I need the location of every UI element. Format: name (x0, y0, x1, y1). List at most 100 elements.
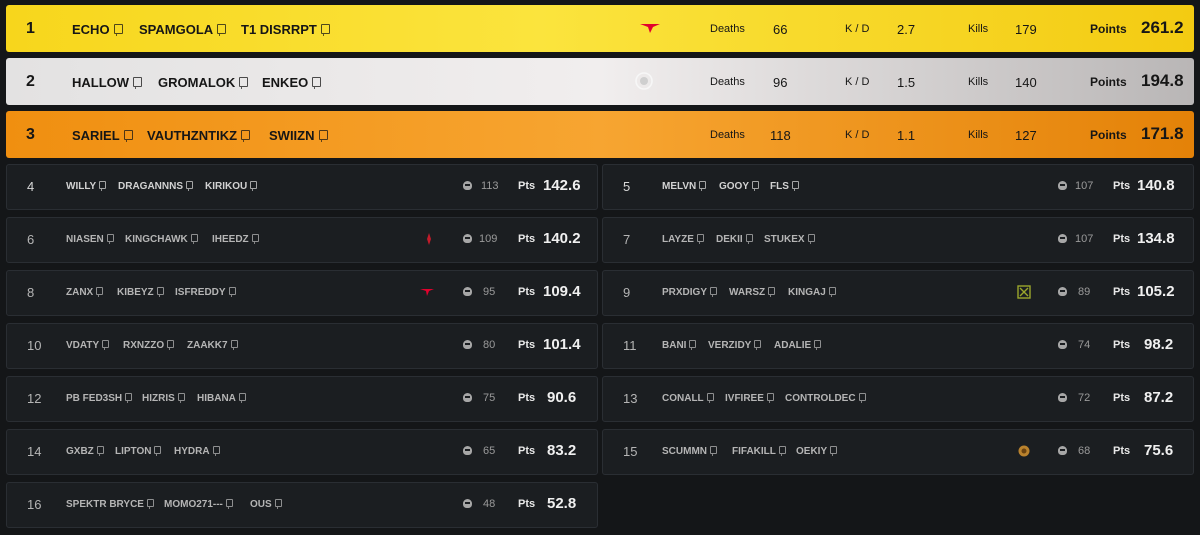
twitch-icon[interactable] (106, 234, 114, 244)
twitch-icon[interactable] (167, 340, 175, 350)
player-name[interactable]: PB FED3SH (66, 393, 133, 404)
player-name[interactable]: SPEKTR BRYCE (66, 499, 154, 510)
twitch-icon[interactable] (102, 340, 110, 350)
player-name[interactable]: HYDRA (174, 446, 220, 457)
leaderboard-row-8[interactable]: 8 ZANX KIBEYZ ISFREDDY 95 Pts 109.4 (6, 270, 598, 316)
player-name[interactable]: VERZIDY (708, 340, 762, 351)
twitch-icon[interactable] (113, 24, 123, 36)
twitch-icon[interactable] (318, 130, 328, 142)
twitch-icon[interactable] (696, 234, 704, 244)
twitch-icon[interactable] (251, 234, 259, 244)
twitch-icon[interactable] (320, 24, 330, 36)
twitch-icon[interactable] (156, 287, 164, 297)
twitch-icon[interactable] (858, 393, 866, 403)
twitch-icon[interactable] (706, 393, 714, 403)
player-name[interactable]: KINGCHAWK (125, 234, 198, 245)
twitch-icon[interactable] (807, 234, 815, 244)
leaderboard-row-13[interactable]: 13 CONALL IVFIREE CONTROLDEC 72 Pts 87.2 (602, 376, 1194, 422)
player-name[interactable]: NIASEN (66, 234, 114, 245)
twitch-icon[interactable] (228, 287, 236, 297)
twitch-icon[interactable] (96, 287, 104, 297)
player-name[interactable]: KIBEYZ (117, 287, 164, 298)
leaderboard-row-9[interactable]: 9 PRXDIGY WARSZ KINGAJ 89 Pts 105.2 (602, 270, 1194, 316)
twitch-icon[interactable] (186, 181, 193, 191)
player-name[interactable]: ZANX (66, 287, 104, 298)
twitch-icon[interactable] (814, 340, 822, 350)
twitch-icon[interactable] (778, 446, 786, 456)
leaderboard-row-4[interactable]: 4 WILLY DRAGANNNS KIRIKOU 113 Pts 142.6 (6, 164, 598, 210)
player-name[interactable]: IHEEDZ (212, 234, 259, 245)
player-name[interactable]: MOMO271--- (164, 499, 233, 510)
leaderboard-row-15[interactable]: 15 SCUMMN FIFAKILL OEKIY 68 Pts 75.6 (602, 429, 1194, 475)
player-name[interactable]: DEKII (716, 234, 753, 245)
twitch-icon[interactable] (133, 77, 143, 89)
twitch-icon[interactable] (190, 234, 198, 244)
twitch-icon[interactable] (828, 287, 836, 297)
player-name[interactable]: FLS (770, 181, 799, 192)
leaderboard-row-7[interactable]: 7 LAYZE DEKII STUKEX 107 Pts 134.8 (602, 217, 1194, 263)
player-name[interactable]: HIZRIS (142, 393, 185, 404)
twitch-icon[interactable] (212, 446, 220, 456)
player-name[interactable]: SPAMGOLA (139, 22, 227, 37)
player-name[interactable]: SARIEL (72, 128, 133, 143)
player-name[interactable]: DRAGANNNS (118, 181, 193, 192)
twitch-icon[interactable] (241, 130, 251, 142)
player-name[interactable]: GXBZ (66, 446, 104, 457)
player-name[interactable]: ISFREDDY (175, 287, 236, 298)
twitch-icon[interactable] (230, 340, 238, 350)
twitch-icon[interactable] (225, 499, 233, 509)
leaderboard-row-3[interactable]: 3 SARIEL VAUTHZNTIKZ SWIIZN Deaths 118 K… (6, 111, 1194, 158)
twitch-icon[interactable] (123, 130, 133, 142)
twitch-icon[interactable] (766, 393, 774, 403)
twitch-icon[interactable] (146, 499, 154, 509)
leaderboard-row-1[interactable]: 1 ECHO SPAMGOLA T1 DISRRPT Deaths 66 K /… (6, 5, 1194, 52)
player-name[interactable]: FIFAKILL (732, 446, 786, 457)
player-name[interactable]: VDATY (66, 340, 110, 351)
player-name[interactable]: LAYZE (662, 234, 704, 245)
player-name[interactable]: STUKEX (764, 234, 815, 245)
player-name[interactable]: ECHO (72, 22, 123, 37)
leaderboard-row-6[interactable]: 6 NIASEN KINGCHAWK IHEEDZ 109 Pts 140.2 (6, 217, 598, 263)
leaderboard-row-16[interactable]: 16 SPEKTR BRYCE MOMO271--- OUS 48 Pts 52… (6, 482, 598, 528)
player-name[interactable]: GOOY (719, 181, 760, 192)
twitch-icon[interactable] (154, 446, 162, 456)
twitch-icon[interactable] (754, 340, 762, 350)
player-name[interactable]: ZAAKK7 (187, 340, 238, 351)
twitch-icon[interactable] (710, 287, 718, 297)
twitch-icon[interactable] (699, 181, 707, 191)
leaderboard-row-12[interactable]: 12 PB FED3SH HIZRIS HIBANA 75 Pts 90.6 (6, 376, 598, 422)
leaderboard-row-2[interactable]: 2 HALLOW GROMALOK ENKEO Deaths 96 K / D … (6, 58, 1194, 105)
leaderboard-row-10[interactable]: 10 VDATY RXNZZO ZAAKK7 80 Pts 101.4 (6, 323, 598, 369)
player-name[interactable]: HALLOW (72, 75, 143, 90)
twitch-icon[interactable] (239, 77, 249, 89)
leaderboard-row-11[interactable]: 11 BANI VERZIDY ADALIE 74 Pts 98.2 (602, 323, 1194, 369)
player-name[interactable]: HIBANA (197, 393, 246, 404)
twitch-icon[interactable] (791, 181, 799, 191)
twitch-icon[interactable] (689, 340, 697, 350)
player-name[interactable]: PRXDIGY (662, 287, 718, 298)
player-name[interactable]: WILLY (66, 181, 107, 192)
player-name[interactable]: RXNZZO (123, 340, 175, 351)
twitch-icon[interactable] (745, 234, 753, 244)
twitch-icon[interactable] (710, 446, 717, 456)
player-name[interactable]: OUS (250, 499, 282, 510)
leaderboard-row-5[interactable]: 5 MELVN GOOY FLS 107 Pts 140.8 (602, 164, 1194, 210)
twitch-icon[interactable] (177, 393, 185, 403)
player-name[interactable]: CONTROLDEC (785, 393, 866, 404)
player-name[interactable]: KIRIKOU (205, 181, 258, 192)
player-name[interactable]: WARSZ (729, 287, 776, 298)
twitch-icon[interactable] (217, 24, 227, 36)
twitch-icon[interactable] (99, 181, 107, 191)
player-name[interactable]: KINGAJ (788, 287, 836, 298)
player-name[interactable]: IVFIREE (725, 393, 774, 404)
twitch-icon[interactable] (125, 393, 133, 403)
twitch-icon[interactable] (274, 499, 282, 509)
player-name[interactable]: ADALIE (774, 340, 822, 351)
player-name[interactable]: GROMALOK (158, 75, 249, 90)
player-name[interactable]: BANI (662, 340, 697, 351)
player-name[interactable]: ENKEO (262, 75, 322, 90)
player-name[interactable]: SWIIZN (269, 128, 328, 143)
player-name[interactable]: VAUTHZNTIKZ (147, 128, 251, 143)
twitch-icon[interactable] (830, 446, 838, 456)
player-name[interactable]: OEKIY (796, 446, 838, 457)
